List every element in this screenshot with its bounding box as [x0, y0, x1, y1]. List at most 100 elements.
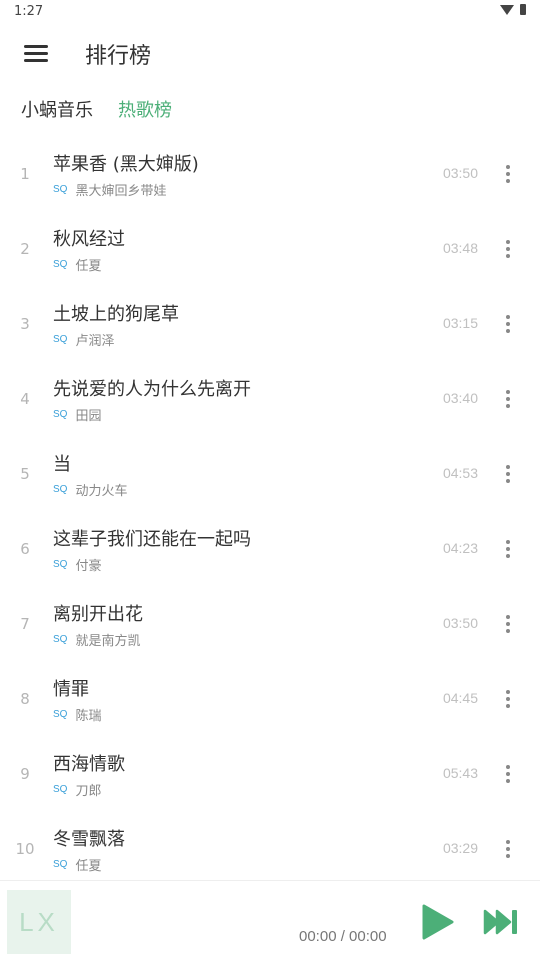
song-index: 4	[20, 390, 30, 408]
quality-badge: SQ	[53, 709, 68, 720]
song-artist: 动力火车	[75, 484, 128, 499]
song-duration: 03:48	[442, 240, 478, 256]
tab-bar: 小蜗音乐 热歌榜	[0, 92, 540, 126]
song-index: 1	[20, 165, 30, 183]
song-meta: SQ 任夏	[53, 255, 101, 274]
song-title: 先说爱的人为什么先离开	[53, 379, 251, 400]
more-vertical-icon[interactable]	[496, 837, 520, 861]
song-duration: 03:50	[442, 615, 478, 631]
song-row[interactable]: 7 离别开出花 SQ 就是南方凯 03:50	[0, 586, 540, 661]
play-icon	[422, 904, 454, 940]
song-title: 土坡上的狗尾草	[53, 304, 179, 325]
quality-badge: SQ	[53, 484, 68, 495]
playback-time: 00:00 / 00:00	[299, 928, 387, 945]
song-meta: SQ 付豪	[53, 555, 101, 574]
song-row[interactable]: 4 先说爱的人为什么先离开 SQ 田园 03:40	[0, 361, 540, 436]
song-index: 5	[20, 465, 30, 483]
menu-button[interactable]	[20, 40, 50, 68]
song-row[interactable]: 8 情罪 SQ 陈瑞 04:45	[0, 661, 540, 736]
song-row[interactable]: 5 当 SQ 动力火车 04:53	[0, 436, 540, 511]
player-bar: LX 00:00 / 00:00	[0, 880, 540, 961]
song-title: 西海情歌	[53, 754, 125, 775]
quality-badge: SQ	[53, 184, 68, 195]
song-duration: 03:40	[442, 390, 478, 406]
more-vertical-icon[interactable]	[496, 612, 520, 636]
song-title: 情罪	[53, 679, 89, 700]
status-icons	[500, 4, 526, 15]
song-artist: 就是南方凯	[75, 634, 141, 649]
app-header: 排行榜	[0, 26, 540, 82]
page-title: 排行榜	[85, 44, 152, 69]
song-artist: 任夏	[75, 859, 102, 874]
more-vertical-icon[interactable]	[496, 312, 520, 336]
song-row[interactable]: 9 西海情歌 SQ 刀郎 05:43	[0, 736, 540, 811]
song-meta: SQ 就是南方凯	[53, 630, 140, 649]
song-duration: 03:50	[442, 165, 478, 181]
song-index: 6	[20, 540, 30, 558]
song-artist: 任夏	[75, 259, 102, 274]
more-vertical-icon[interactable]	[496, 687, 520, 711]
song-meta: SQ 任夏	[53, 855, 101, 874]
more-vertical-icon[interactable]	[496, 762, 520, 786]
more-vertical-icon[interactable]	[496, 462, 520, 486]
song-row[interactable]: 3 土坡上的狗尾草 SQ 卢润泽 03:15	[0, 286, 540, 361]
song-artist: 刀郎	[75, 784, 102, 799]
song-row[interactable]: 6 这辈子我们还能在一起吗 SQ 付豪 04:23	[0, 511, 540, 586]
tab-board[interactable]: 热歌榜	[118, 96, 172, 122]
song-title: 当	[53, 454, 71, 475]
song-duration: 03:29	[442, 840, 478, 856]
song-title: 冬雪飘落	[53, 829, 125, 850]
song-index: 10	[15, 840, 35, 858]
quality-badge: SQ	[53, 634, 68, 645]
battery-icon	[520, 4, 526, 15]
song-duration: 04:23	[442, 540, 478, 556]
song-title: 秋风经过	[53, 229, 125, 250]
song-row[interactable]: 10 冬雪飘落 SQ 任夏 03:29	[0, 811, 540, 886]
quality-badge: SQ	[53, 559, 68, 570]
status-bar: 1:27	[0, 0, 540, 24]
more-vertical-icon[interactable]	[496, 162, 520, 186]
song-row[interactable]: 1 苹果香 (黑大婶版) SQ 黑大婶回乡带娃 03:50	[0, 136, 540, 211]
song-meta: SQ 黑大婶回乡带娃	[53, 180, 166, 199]
song-title: 这辈子我们还能在一起吗	[53, 529, 251, 550]
song-artist: 卢润泽	[75, 334, 115, 349]
more-vertical-icon[interactable]	[496, 237, 520, 261]
song-index: 2	[20, 240, 30, 258]
more-vertical-icon[interactable]	[496, 537, 520, 561]
hamburger-menu-icon	[24, 45, 48, 48]
song-index: 9	[20, 765, 30, 783]
play-button[interactable]	[421, 904, 455, 940]
next-button[interactable]	[483, 908, 519, 936]
song-artist: 田园	[75, 409, 102, 424]
status-time: 1:27	[14, 4, 44, 19]
song-title: 离别开出花	[53, 604, 143, 625]
song-title: 苹果香 (黑大婶版)	[53, 154, 199, 175]
skip-next-icon	[483, 909, 517, 935]
song-duration: 04:53	[442, 465, 478, 481]
more-vertical-icon[interactable]	[496, 387, 520, 411]
song-index: 3	[20, 315, 30, 333]
song-artist: 付豪	[75, 559, 102, 574]
song-meta: SQ 卢润泽	[53, 330, 114, 349]
song-duration: 05:43	[442, 765, 478, 781]
quality-badge: SQ	[53, 259, 68, 270]
quality-badge: SQ	[53, 784, 68, 795]
wifi-icon	[500, 4, 514, 15]
song-row[interactable]: 2 秋风经过 SQ 任夏 03:48	[0, 211, 540, 286]
quality-badge: SQ	[53, 334, 68, 345]
song-meta: SQ 田园	[53, 405, 101, 424]
song-meta: SQ 陈瑞	[53, 705, 101, 724]
song-artist: 陈瑞	[75, 709, 102, 724]
song-list: 1 苹果香 (黑大婶版) SQ 黑大婶回乡带娃 03:50 2 秋风经过 SQ 任夏…	[0, 136, 540, 886]
tab-source[interactable]: 小蜗音乐	[21, 96, 93, 122]
song-meta: SQ 刀郎	[53, 780, 101, 799]
album-cover[interactable]: LX	[7, 890, 71, 954]
quality-badge: SQ	[53, 409, 68, 420]
quality-badge: SQ	[53, 859, 68, 870]
song-artist: 黑大婶回乡带娃	[75, 184, 167, 199]
song-duration: 04:45	[442, 690, 478, 706]
song-duration: 03:15	[442, 315, 478, 331]
song-meta: SQ 动力火车	[53, 480, 127, 499]
song-index: 8	[20, 690, 30, 708]
song-index: 7	[20, 615, 30, 633]
